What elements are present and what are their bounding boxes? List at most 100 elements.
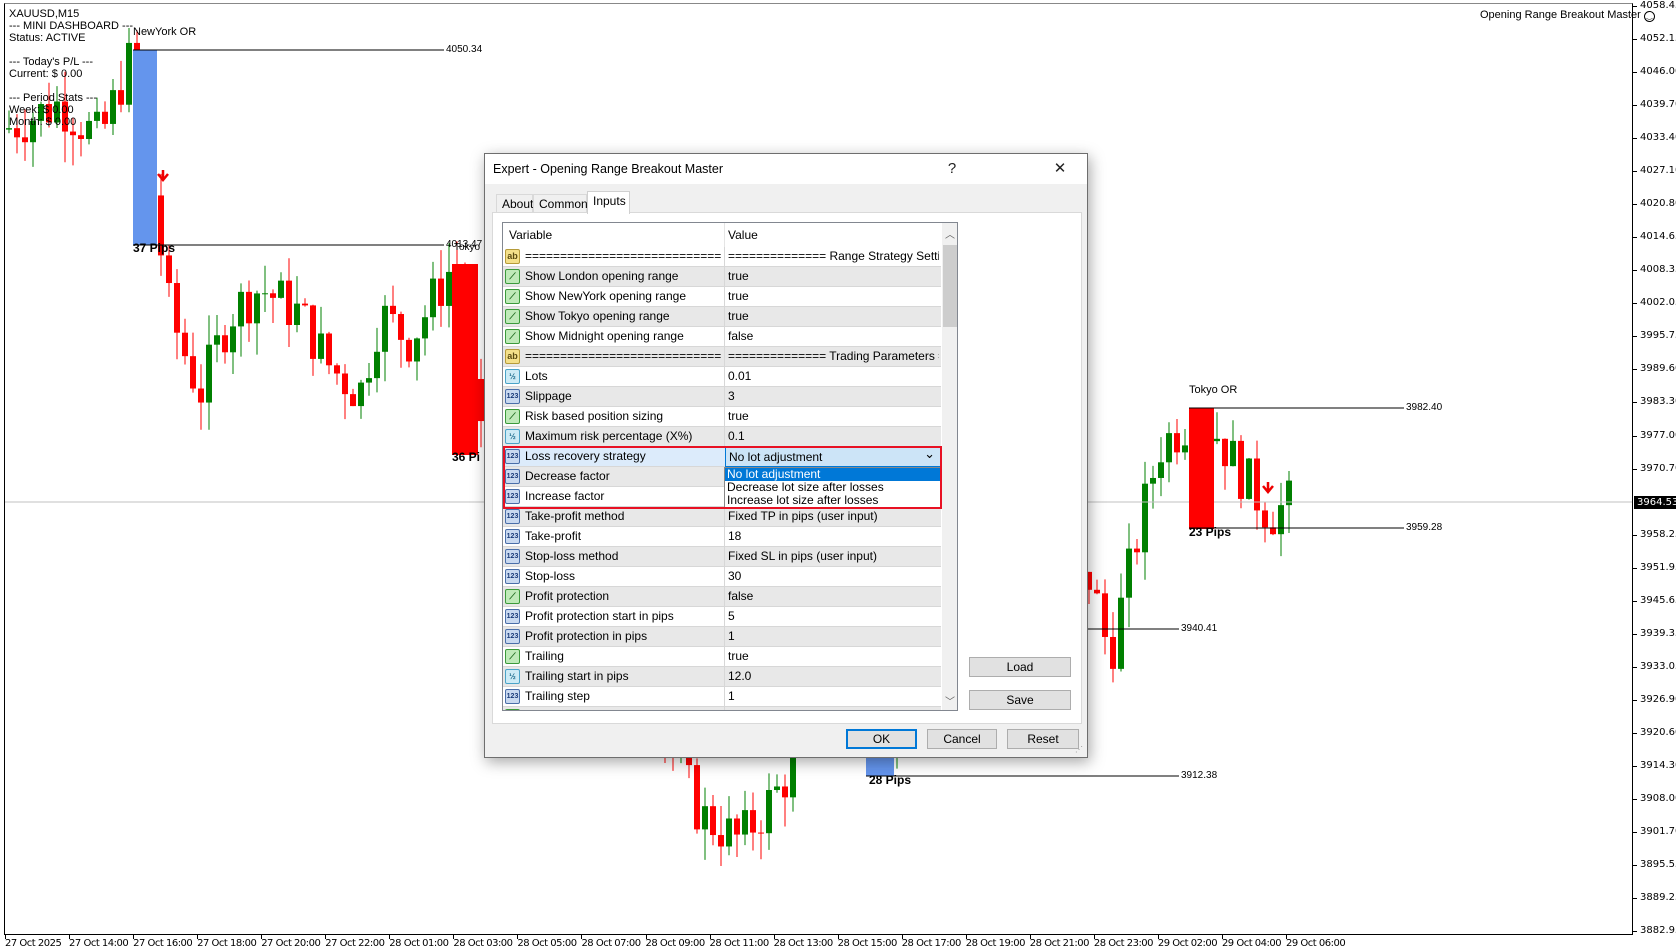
scroll-up-icon[interactable]: ︿: [942, 226, 957, 241]
variable-value[interactable]: Fixed TP in pips (user input): [724, 507, 939, 527]
loss-recovery-select[interactable]: No lot adjustment ⌄: [725, 445, 941, 467]
variable-value[interactable]: 1: [724, 627, 939, 647]
bool-type-icon: ⟋: [505, 709, 520, 710]
input-row[interactable]: 123 Take-profit method Fixed TP in pips (u…: [503, 507, 941, 527]
time-axis-label: 27 Oct 14:00: [69, 938, 129, 949]
variable-name: Trailing step: [525, 689, 590, 703]
resize-grip-icon[interactable]: ⋰: [1075, 745, 1085, 755]
variable-value[interactable]: false: [724, 327, 939, 347]
cancel-button[interactable]: Cancel: [927, 729, 997, 749]
candle-body: [198, 388, 204, 403]
variable-value[interactable]: [724, 707, 939, 710]
column-header-value[interactable]: Value: [724, 223, 939, 247]
save-button[interactable]: Save: [969, 690, 1071, 710]
variable-value[interactable]: Fixed SL in pips (user input): [724, 547, 939, 567]
candle-body: [246, 291, 252, 324]
variable-name: Trailing start in pips: [525, 669, 629, 683]
input-row[interactable]: 123 Stop-loss 30: [503, 567, 941, 587]
candle-body: [302, 303, 308, 306]
time-tick: [389, 935, 391, 939]
candle-body: [230, 326, 236, 353]
price-axis-label: 3895.55: [1640, 859, 1676, 871]
dialog-titlebar[interactable]: Expert - Opening Range Breakout Master ?…: [485, 154, 1087, 184]
input-row[interactable]: ⟋ Show Midnight opening range false: [503, 327, 941, 347]
column-header-variable[interactable]: Variable: [509, 223, 705, 247]
price-axis-label: 3882.95: [1640, 925, 1676, 937]
price-axis-label: 3989.60: [1640, 363, 1676, 375]
input-row[interactable]: 123 Profit protection start in pips 5: [503, 607, 941, 627]
candle-body: [750, 810, 756, 833]
input-row[interactable]: ½ Trailing start in pips 12.0: [503, 667, 941, 687]
variable-value[interactable]: 5: [724, 607, 939, 627]
loss-recovery-dropdown-list[interactable]: No lot adjustment Decrease lot size afte…: [724, 467, 941, 508]
ok-button[interactable]: OK: [846, 729, 917, 749]
input-row[interactable]: 123 Take-profit 18: [503, 527, 941, 547]
input-row[interactable]: ⟋ Show Tokyo opening range true: [503, 307, 941, 327]
input-row[interactable]: ⟋ Show London opening range true: [503, 267, 941, 287]
candle-body: [262, 293, 268, 295]
variable-value[interactable]: 1: [724, 687, 939, 707]
variable-value[interactable]: 18: [724, 527, 939, 547]
variable-value[interactable]: true: [724, 647, 939, 667]
smiley-icon[interactable]: ‿: [1643, 11, 1655, 22]
tab-inputs[interactable]: Inputs: [587, 191, 630, 214]
variable-value[interactable]: false: [724, 587, 939, 607]
time-tick: [1093, 935, 1095, 939]
integer-type-icon: 123: [505, 569, 520, 584]
variable-value[interactable]: 0.01: [724, 367, 939, 387]
variable-value[interactable]: 3: [724, 387, 939, 407]
variable-name: Lots: [525, 369, 548, 383]
input-row[interactable]: 123 Slippage 3: [503, 387, 941, 407]
candle-body: [326, 333, 332, 366]
price-axis-label: 4052.15: [1640, 33, 1676, 45]
scroll-down-icon[interactable]: ﹀: [942, 693, 957, 708]
help-button[interactable]: ?: [937, 157, 967, 181]
time-axis-label: 28 Oct 17:00: [901, 938, 962, 949]
input-row[interactable]: ab ============================ ==========…: [503, 247, 941, 267]
price-tick: [1633, 699, 1637, 701]
variable-value[interactable]: true: [724, 307, 939, 327]
dialog-title: Expert - Opening Range Breakout Master: [493, 162, 723, 176]
input-row[interactable]: ab ============================ ==========…: [503, 347, 941, 367]
load-button[interactable]: Load: [969, 657, 1071, 677]
input-row[interactable]: ⟋ Show NewYork opening range true: [503, 287, 941, 307]
grid-scrollbar[interactable]: ︿ ﹀: [942, 223, 957, 710]
candle-body: [414, 338, 420, 362]
select-value: No lot adjustment: [729, 450, 823, 464]
input-row[interactable]: 123 Stop-loss method Fixed SL in pips (use…: [503, 547, 941, 567]
candle-body: [286, 280, 292, 325]
variable-value[interactable]: true: [724, 287, 939, 307]
variable-value[interactable]: true: [724, 267, 939, 287]
variable-value[interactable]: true: [724, 407, 939, 427]
input-row[interactable]: 123 Profit protection in pips 1: [503, 627, 941, 647]
input-row[interactable]: ⟋: [503, 707, 941, 710]
input-row[interactable]: 123 Trailing step 1: [503, 687, 941, 707]
close-button[interactable]: ✕: [1045, 157, 1075, 181]
sell-arrow-icon: [1262, 482, 1274, 494]
input-row[interactable]: ⟋ Trailing true: [503, 647, 941, 667]
dropdown-option[interactable]: Increase lot size after losses: [725, 494, 940, 507]
tokyo-label: Tokyo: [454, 242, 481, 253]
tokyo-pips-label: 36 Pi: [452, 450, 481, 464]
input-row[interactable]: ⟋ Profit protection false: [503, 587, 941, 607]
input-row[interactable]: 123 Loss recovery strategy No lot adjustme…: [503, 445, 941, 467]
variable-value[interactable]: 0.1: [724, 427, 939, 447]
chevron-down-icon[interactable]: ⌄: [924, 445, 935, 463]
variable-name: Show Midnight opening range: [525, 329, 684, 343]
time-tick: [645, 935, 647, 939]
input-row[interactable]: ⟋ Risk based position sizing true: [503, 407, 941, 427]
tab-about[interactable]: About: [496, 194, 533, 213]
tab-common[interactable]: Common: [533, 194, 588, 213]
reset-button[interactable]: Reset: [1007, 729, 1079, 749]
variable-value[interactable]: ============== Trading Parameters ===...: [724, 347, 939, 367]
input-row[interactable]: ½ Maximum risk percentage (X%) 0.1: [503, 427, 941, 447]
variable-value[interactable]: ============== Range Strategy Settings..…: [724, 247, 939, 267]
integer-type-icon: 123: [505, 609, 520, 624]
input-row[interactable]: ½ Lots 0.01: [503, 367, 941, 387]
price-tick: [1633, 567, 1637, 569]
candle-body: [1174, 433, 1180, 453]
bool-type-icon: ⟋: [505, 329, 520, 344]
variable-value[interactable]: 12.0: [724, 667, 939, 687]
scrollbar-thumb[interactable]: [943, 245, 957, 327]
variable-value[interactable]: 30: [724, 567, 939, 587]
